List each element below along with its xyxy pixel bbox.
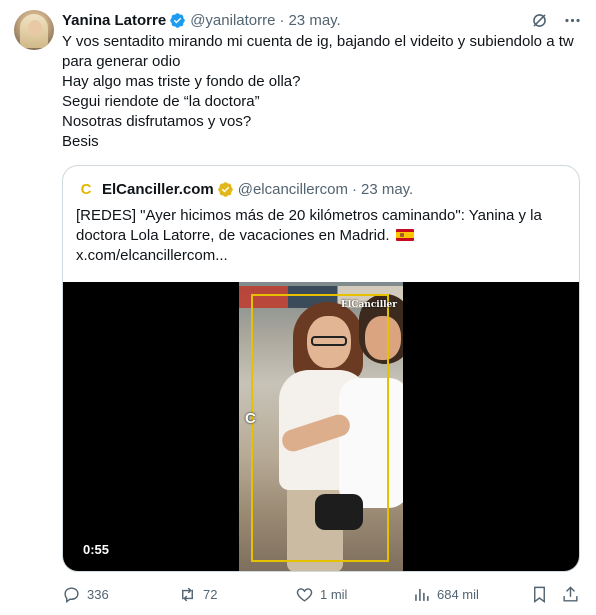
- quoted-tweet[interactable]: C ElCanciller.com @elcancillercom · 23 m…: [62, 165, 580, 572]
- reply-button[interactable]: 336: [62, 584, 109, 604]
- separator-dot: ·: [279, 11, 285, 29]
- views-icon: [415, 588, 429, 601]
- quote-header: C ElCanciller.com @elcancillercom · 23 m…: [76, 179, 414, 199]
- video-watermark: ElCanciller: [341, 300, 398, 310]
- quote-text: [REDES] "Ayer hicimos más de 20 kilómetr…: [76, 207, 542, 244]
- tweet-body: Y vos sentadito mirando mi cuenta de ig,…: [62, 32, 582, 152]
- video-corner-mark: C: [245, 410, 256, 427]
- tweet-line: Segui riendote de “la doctora”: [62, 93, 260, 110]
- grok-icon[interactable]: [530, 11, 549, 30]
- bookmark-button[interactable]: [530, 584, 549, 604]
- action-bar: 336 72 1 mil 684 mil: [62, 584, 580, 606]
- quote-author-name[interactable]: ElCanciller.com: [102, 181, 214, 198]
- tweet-line: Y vos sentadito mirando mi cuenta de ig,…: [62, 33, 578, 70]
- quote-body: [REDES] "Ayer hicimos más de 20 kilómetr…: [76, 206, 571, 266]
- quote-avatar[interactable]: C: [76, 179, 96, 199]
- reply-icon: [64, 586, 79, 603]
- video-player[interactable]: ElCanciller C 0:55: [63, 282, 579, 571]
- tweet-header: Yanina Latorre @yanilatorre · 23 may.: [62, 9, 582, 31]
- author-avatar[interactable]: [14, 10, 54, 50]
- views-count: 684 mil: [437, 586, 479, 602]
- share-button[interactable]: [561, 584, 580, 604]
- share-icon: [563, 585, 578, 602]
- like-count: 1 mil: [320, 586, 348, 602]
- tweet-line: Hay algo mas triste y fondo de olla?: [62, 73, 301, 90]
- reply-count: 336: [87, 586, 109, 602]
- author-name[interactable]: Yanina Latorre: [62, 12, 166, 29]
- video-duration: 0:55: [83, 542, 110, 557]
- repost-icon: [182, 587, 193, 601]
- video-frame: ElCanciller C: [239, 282, 403, 571]
- quote-author-handle[interactable]: @elcancillercom: [238, 181, 348, 198]
- tweet-time[interactable]: 23 may.: [288, 12, 340, 29]
- verified-icon: [170, 12, 185, 28]
- like-icon: [296, 587, 313, 602]
- header-actions: [530, 9, 582, 31]
- tweet-line: Nosotras disfrutamos y vos?: [62, 113, 252, 130]
- spain-flag-icon: [395, 229, 414, 241]
- like-button[interactable]: 1 mil: [295, 584, 347, 604]
- more-icon[interactable]: [563, 11, 582, 30]
- tweet-line: Besis: [62, 133, 99, 150]
- repost-button[interactable]: 72: [178, 584, 217, 604]
- quote-time[interactable]: 23 may.: [361, 181, 413, 198]
- bookmark-icon: [534, 586, 545, 603]
- repost-count: 72: [203, 586, 218, 602]
- separator-dot: ·: [351, 180, 357, 198]
- quote-link[interactable]: x.com/elcancillercom...: [76, 246, 571, 266]
- views-button[interactable]: 684 mil: [412, 584, 479, 604]
- gold-verified-icon: [217, 181, 233, 197]
- video-border: [251, 294, 389, 562]
- author-handle[interactable]: @yanilatorre: [190, 12, 275, 29]
